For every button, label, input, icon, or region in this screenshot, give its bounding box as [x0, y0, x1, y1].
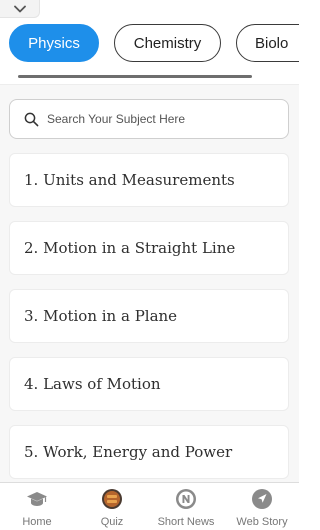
nav-label: Web Story — [236, 516, 288, 528]
chapter-item[interactable]: 4. Laws of Motion — [9, 357, 289, 411]
news-icon — [175, 488, 197, 510]
nav-short-news[interactable]: Short News — [154, 483, 218, 530]
chapter-list-area — [0, 85, 299, 482]
bottom-navigation: Home Quiz Short News Web Story — [0, 482, 299, 530]
chapter-item[interactable]: 5. Work, Energy and Power — [9, 425, 289, 479]
collapse-toggle[interactable] — [0, 0, 40, 18]
chapter-item[interactable]: 2. Motion in a Straight Line — [9, 221, 289, 275]
quiz-icon — [101, 488, 123, 510]
chapter-item[interactable]: 3. Motion in a Plane — [9, 289, 289, 343]
nav-label: Quiz — [100, 516, 124, 528]
tab-physics[interactable]: Physics — [9, 24, 99, 62]
subject-chapters-screen: Physics Chemistry Biolo 1. Units and Mea… — [0, 0, 299, 530]
tabs-scrollbar[interactable] — [18, 75, 252, 78]
nav-home[interactable]: Home — [16, 483, 58, 530]
chapter-label: 5. Work, Energy and Power — [24, 443, 233, 461]
tab-chemistry[interactable]: Chemistry — [114, 24, 221, 62]
nav-quiz[interactable]: Quiz — [92, 483, 132, 530]
chapter-item[interactable]: 1. Units and Measurements — [9, 153, 289, 207]
chapter-label: 3. Motion in a Plane — [24, 307, 178, 325]
chapter-label: 4. Laws of Motion — [24, 375, 161, 393]
search-bar[interactable] — [9, 99, 289, 139]
nav-web-story[interactable]: Web Story — [233, 483, 291, 530]
chevron-down-icon — [13, 5, 26, 13]
chapter-label: 2. Motion in a Straight Line — [24, 239, 236, 257]
nav-label: Home — [22, 516, 52, 528]
chapter-label: 1. Units and Measurements — [24, 171, 235, 189]
graduation-cap-icon — [26, 488, 48, 510]
search-icon — [23, 111, 39, 127]
tab-biology[interactable]: Biolo — [236, 24, 299, 62]
nav-label: Short News — [157, 516, 215, 528]
subject-tabs: Physics Chemistry Biolo — [0, 22, 299, 66]
search-input[interactable] — [47, 112, 277, 126]
navigation-arrow-icon — [251, 488, 273, 510]
